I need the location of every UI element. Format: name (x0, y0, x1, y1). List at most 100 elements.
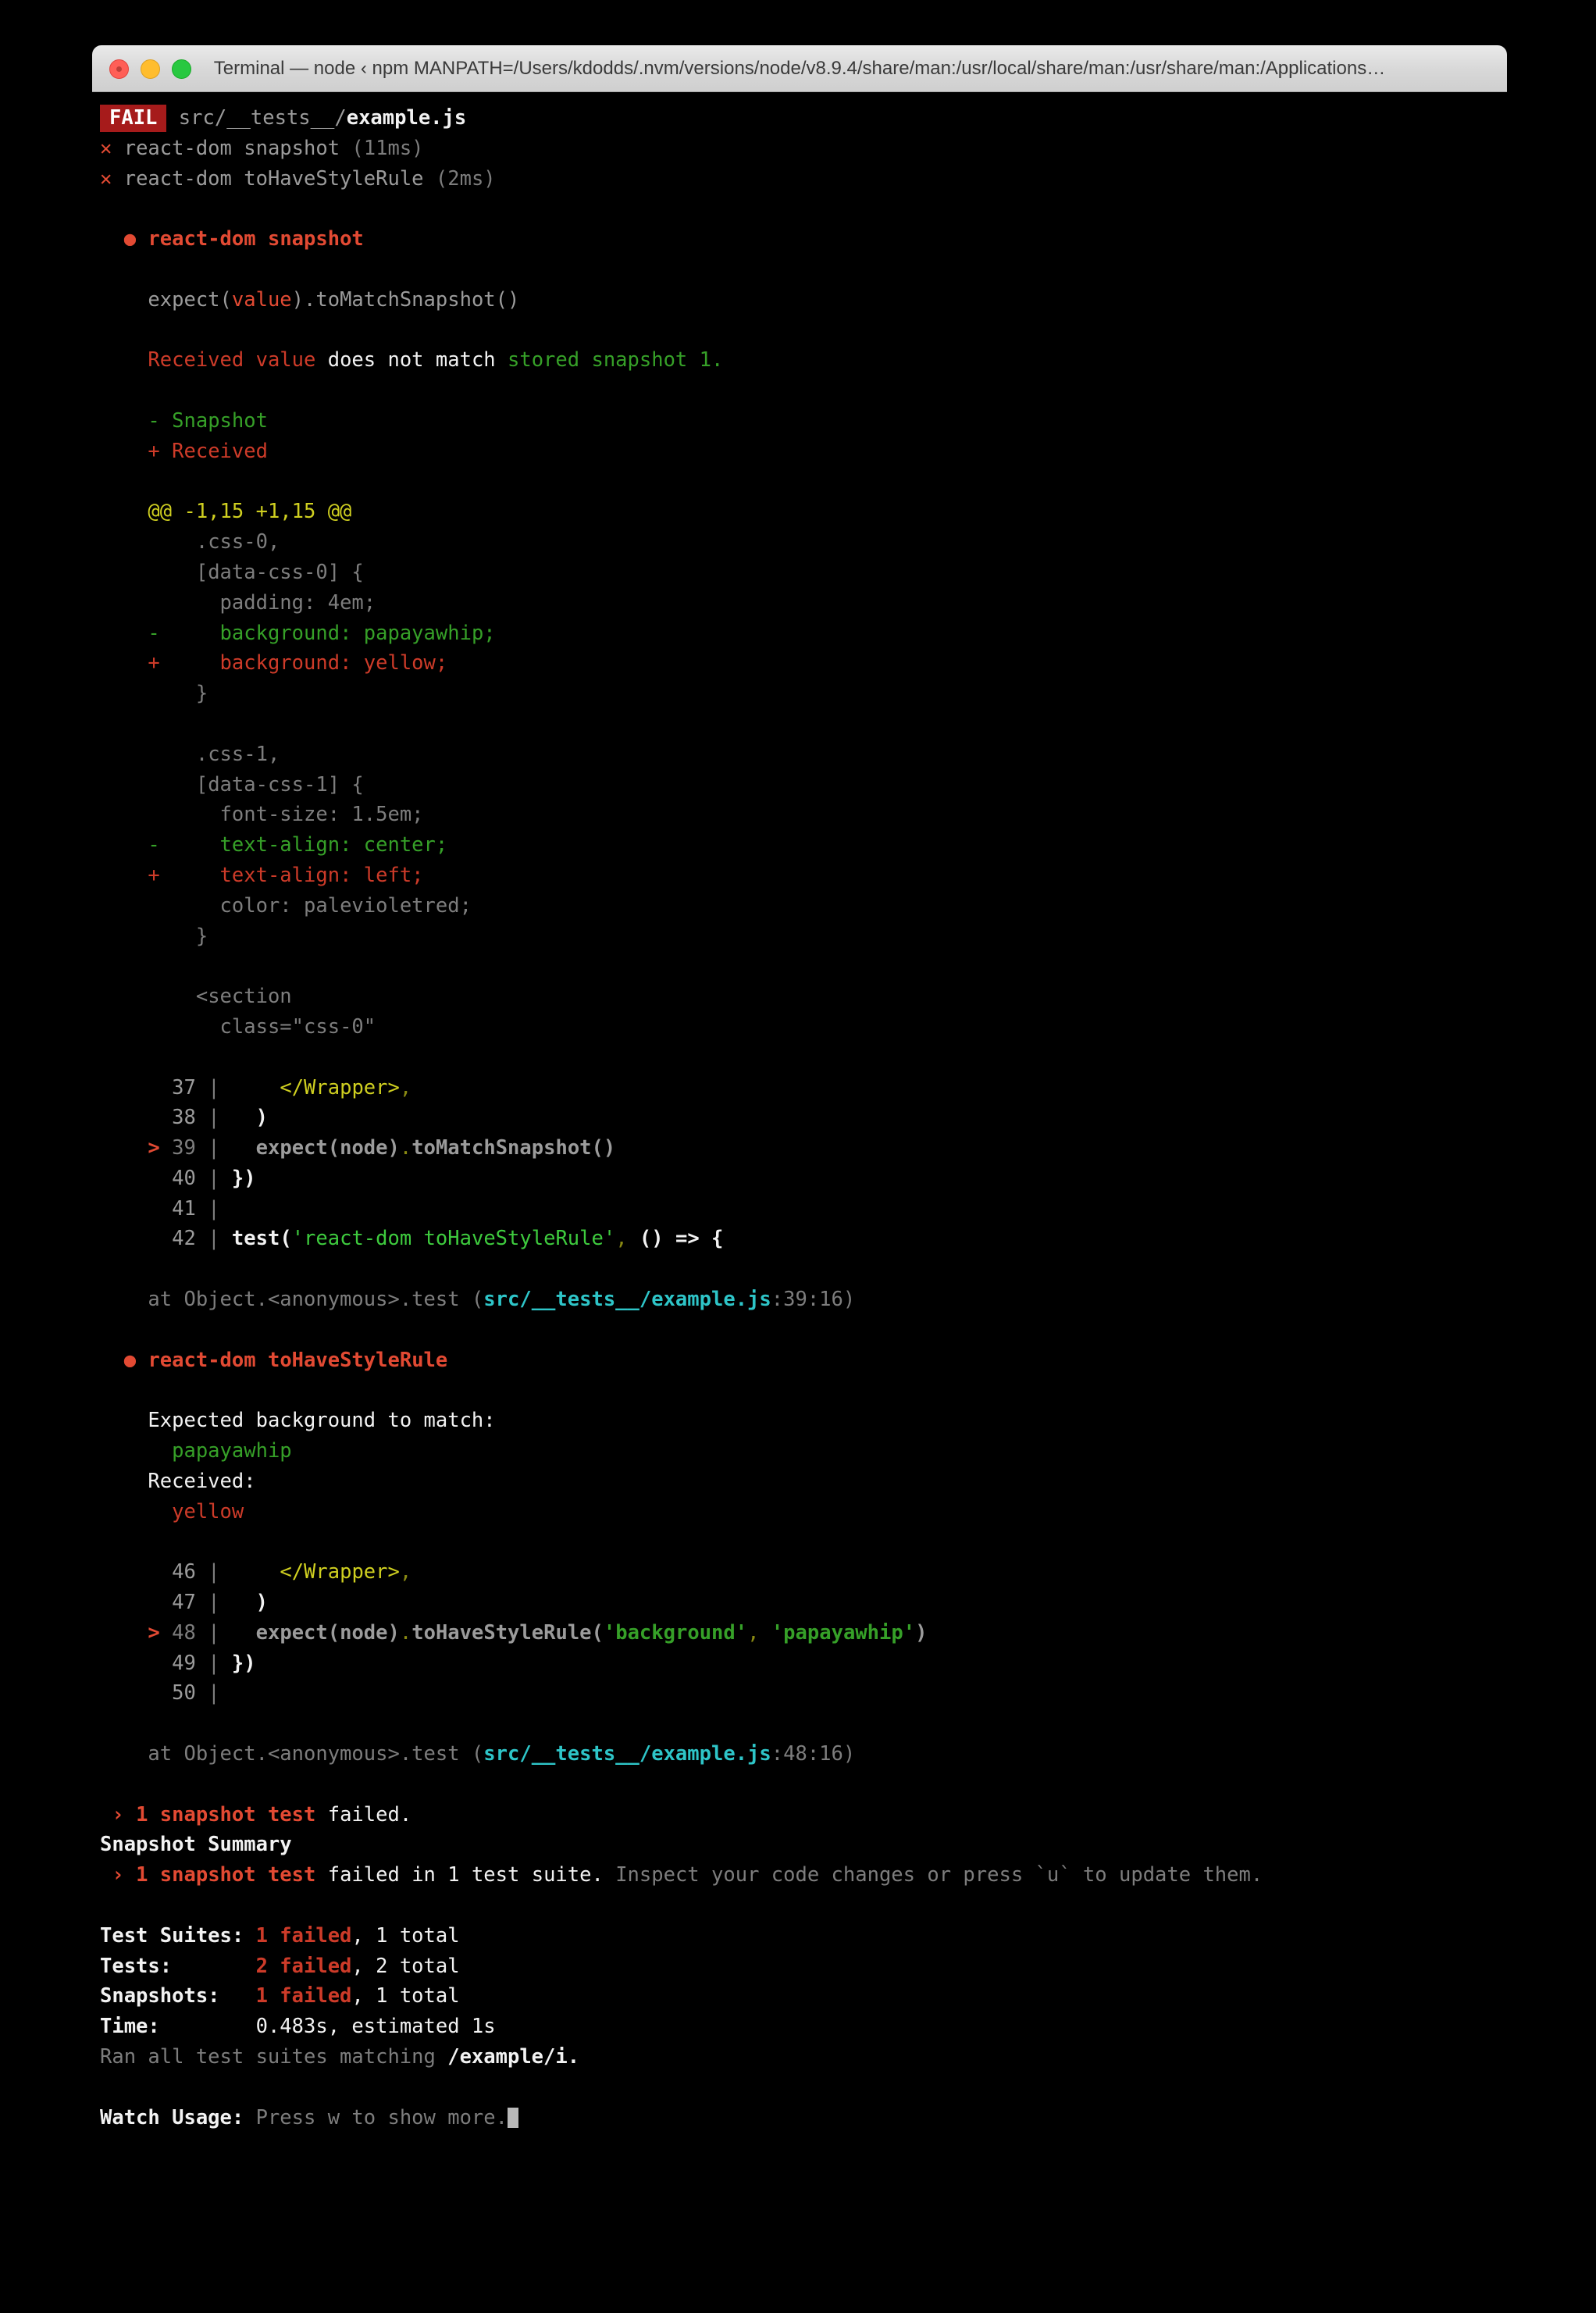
code-frame-line: 50 | (92, 1678, 1507, 1709)
suite-path-prefix: src/__tests__/ (178, 106, 347, 130)
snapshot-suite-line: › 1 snapshot test failed in 1 test suite… (92, 1860, 1507, 1891)
code-frame-line: 40 | }) (92, 1164, 1507, 1194)
time-line: Time: 0.483s, estimated 1s (92, 2012, 1507, 2042)
code-frame-source: </Wrapper>, (280, 1075, 412, 1099)
diff-text: <section (172, 985, 292, 1009)
diff-hunk-header: @@ -1,15 +1,15 @@ (92, 497, 1507, 527)
stats-total: , 1 total (351, 1923, 460, 1948)
code-frame-source: }) (231, 1166, 256, 1190)
failure-title: react-dom snapshot (148, 227, 364, 251)
diff-marker (148, 954, 172, 978)
diff-marker (148, 530, 172, 554)
code-frame-line-number: 41 (172, 1196, 196, 1221)
snapshot-failed-line: › 1 snapshot test failed. (92, 1800, 1507, 1830)
code-frame-pointer: > (148, 1136, 173, 1160)
ran-suites-line: Ran all test suites matching /example/i. (92, 2042, 1507, 2072)
code-frame-gutter: | (195, 1106, 232, 1130)
stats-block: Test Suites: 1 failed , 1 total Tests: 2 f… (92, 1921, 1507, 2012)
matcher-line: expect(value).toMatchSnapshot() (92, 285, 1507, 315)
suite-update-hint: Inspect your code changes or press `u` t… (603, 1863, 1263, 1887)
watch-usage-line: Watch Usage: Press w to show more. (92, 2103, 1507, 2133)
code-frame-gutter: | (195, 1560, 232, 1584)
diff-line: font-size: 1.5em; (92, 800, 1507, 830)
matcher-arg: value (231, 287, 292, 312)
suite-fail-rest: failed in 1 test suite. (315, 1863, 604, 1887)
diff-marker: + (148, 863, 173, 887)
code-frame-line: 41 | (92, 1194, 1507, 1224)
stats-label: Test Suites: (100, 1923, 244, 1948)
hunk-header-text: @@ -1,15 +1,15 @@ (148, 500, 352, 524)
terminal-output[interactable]: FAIL src/__tests__/example.js ✕ react-do… (92, 92, 1507, 2185)
arrow-icon: › (112, 1802, 137, 1827)
diff-text: class="css-0" (172, 1014, 376, 1039)
bullet-icon: ● (123, 1348, 137, 1372)
close-button[interactable] (109, 59, 129, 79)
code-frame-line: 46 | </Wrapper>, (92, 1557, 1507, 1588)
code-frame-source: </Wrapper>, (280, 1560, 412, 1584)
watch-usage-label: Watch Usage: (100, 2105, 244, 2129)
time-value: 0.483s, estimated 1s (255, 2015, 496, 2039)
code-frame-line-number: 46 (172, 1560, 196, 1584)
diff-text: .css-1, (172, 742, 280, 766)
expected-value-line: papayawhip (92, 1436, 1507, 1467)
code-frame-line-number: 38 (172, 1106, 196, 1130)
code-frame-line-number: 47 (172, 1591, 196, 1615)
snapshot-fail-rest: failed. (315, 1802, 412, 1827)
window-controls (109, 59, 191, 79)
code-frame-line-number: 50 (172, 1681, 196, 1705)
code-frame-gutter: | (195, 1136, 232, 1160)
diff-line (92, 709, 1507, 740)
window-titlebar[interactable]: Terminal — node ‹ npm MANPATH=/Users/kdo… (92, 45, 1507, 92)
stack-prefix: at Object.<anonymous>.test ( (148, 1742, 484, 1766)
diff-line: .css-0, (92, 527, 1507, 558)
code-frame-gutter: | (195, 1651, 232, 1675)
stack-file-path[interactable]: src/__tests__/example.js (483, 1742, 771, 1766)
test-name: react-dom toHaveStyleRule (123, 166, 424, 191)
diff-legend-snapshot: Snapshot (172, 408, 268, 433)
stack-prefix: at Object.<anonymous>.test ( (148, 1288, 484, 1312)
code-frame-line-number: 49 (172, 1651, 196, 1675)
received-value-line: yellow (92, 1497, 1507, 1527)
code-frame-line: > 48 | expect(node).toHaveStyleRule('bac… (92, 1618, 1507, 1648)
code-frame: 46 | </Wrapper>, 47 | ) > 48 | expect(no… (92, 1557, 1507, 1709)
zoom-button[interactable] (172, 59, 191, 79)
diff-line: .css-1, (92, 740, 1507, 770)
code-frame-line: 42 | test('react-dom toHaveStyleRule', (… (92, 1224, 1507, 1254)
code-frame-pointer (148, 1167, 172, 1190)
diff-legend-received: Received (172, 439, 268, 463)
diff-text (172, 712, 196, 736)
diff-marker (148, 925, 172, 948)
code-frame-pointer (148, 1560, 172, 1584)
suite-file-name: example.js (346, 106, 467, 130)
diff-legend-removed: - Snapshot (92, 406, 1507, 437)
diff-text: padding: 4em; (172, 590, 376, 615)
snapshot-summary-heading: Snapshot Summary (92, 1830, 1507, 1860)
stack-file-path[interactable]: src/__tests__/example.js (483, 1288, 771, 1311)
stats-label: Snapshots: (100, 1984, 220, 2008)
diff-marker: - (148, 621, 173, 645)
diff-line: [data-css-1] { (92, 770, 1507, 800)
code-frame-source: test('react-dom toHaveStyleRule', () => … (231, 1227, 724, 1251)
diff-text: } (172, 682, 208, 706)
stats-failed-count: 1 failed (255, 1984, 352, 2008)
expected-label: Expected background to match: (148, 1409, 496, 1433)
code-frame-pointer (148, 1681, 172, 1705)
diff-marker (148, 894, 172, 918)
diff-line: } (92, 679, 1507, 709)
diff-marker (148, 743, 172, 766)
code-frame-source: ) (255, 1591, 268, 1615)
stats-row: Tests: 2 failed, 2 total (92, 1951, 1507, 1982)
diff-line: class="css-0" (92, 1012, 1507, 1042)
code-frame-gutter: | (195, 1681, 232, 1705)
test-name: react-dom snapshot (123, 136, 340, 160)
diff-line: + text-align: left; (92, 861, 1507, 891)
minimize-button[interactable] (141, 59, 160, 79)
diff-line (92, 951, 1507, 982)
code-frame-line-number: 37 (172, 1075, 196, 1099)
